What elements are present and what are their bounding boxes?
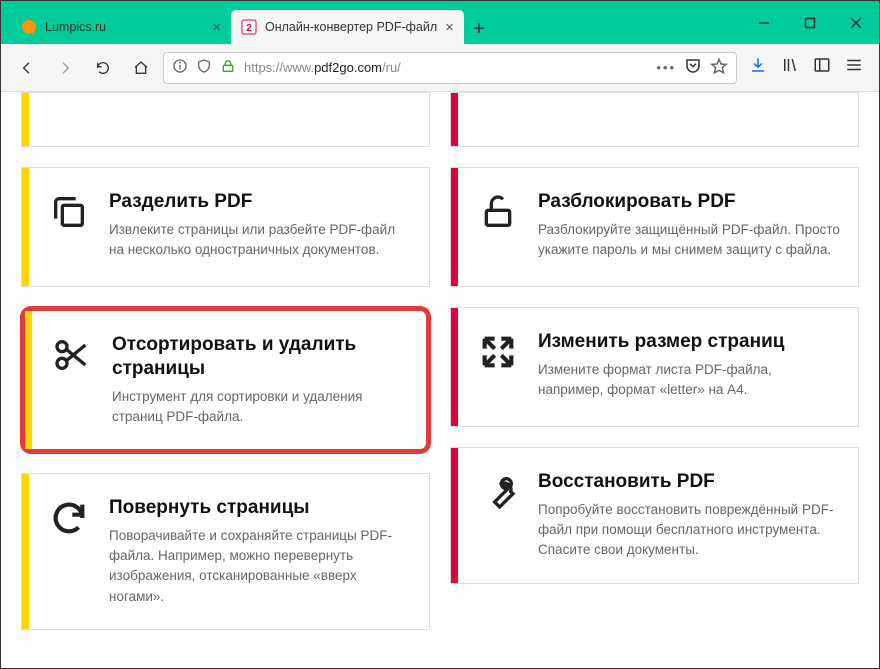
card-title: Повернуть страницы [109,496,411,520]
card-stripe [22,93,29,146]
card-partial-top-right[interactable] [450,92,859,147]
url-text: https://www.pdf2go.com/ru/ [244,60,648,75]
card-stripe [22,474,29,629]
favicon-lumpics [21,19,37,35]
card-repair-pdf[interactable]: Восстановить PDF Попробуйте восстановить… [450,447,859,584]
lock-icon[interactable] [220,58,236,77]
tab-strip: Lumpics.ru × 2 Онлайн-конвертер PDF-файл… [1,1,494,44]
card-desc: Разблокируйте защищённый PDF-файл. Прост… [538,220,840,261]
card-desc: Поворачивайте и сохраняйте страницы PDF-… [109,526,411,607]
download-icon[interactable] [749,56,767,79]
card-title: Отсортировать и удалить страницы [112,333,408,381]
tab-label: Онлайн-конвертер PDF-файл [265,20,437,34]
tab-label: Lumpics.ru [45,20,204,34]
card-stripe [451,308,458,426]
browser-toolbar: https://www.pdf2go.com/ru/ ••• [1,44,879,92]
expand-icon [458,308,538,426]
window-controls [741,1,879,44]
page-content[interactable]: Разделить PDF Извлеките страницы или раз… [1,92,879,668]
card-stripe [22,168,29,286]
library-icon[interactable] [781,56,799,79]
close-icon[interactable]: × [212,19,221,36]
card-sort-delete-pages[interactable]: Отсортировать и удалить страницы Инструм… [21,307,430,453]
star-icon[interactable] [710,57,728,78]
card-desc: Инструмент для сортировки и удаления стр… [112,387,408,428]
shield-icon[interactable] [196,58,212,77]
card-stripe [451,448,458,583]
menu-icon[interactable] [845,56,863,79]
scissors-icon [32,311,112,449]
address-bar[interactable]: https://www.pdf2go.com/ru/ ••• [163,52,737,84]
svg-text:2: 2 [246,23,252,34]
unlock-icon [458,168,538,286]
home-button[interactable] [125,52,157,84]
card-stripe [451,168,458,286]
back-button[interactable] [11,52,43,84]
new-tab-button[interactable]: + [464,14,494,44]
card-desc: Извлеките страницы или разбейте PDF-файл… [109,220,411,261]
card-unlock-pdf[interactable]: Разблокировать PDF Разблокируйте защищён… [450,167,859,287]
card-partial-top-left[interactable] [21,92,430,147]
card-stripe [451,93,458,146]
card-title: Изменить размер страниц [538,330,840,354]
more-dots-icon[interactable]: ••• [656,60,676,75]
card-desc: Измените формат листа PDF-файла, наприме… [538,360,840,401]
info-icon[interactable] [172,58,188,77]
forward-button[interactable] [49,52,81,84]
card-title: Разделить PDF [109,190,411,214]
card-split-pdf[interactable]: Разделить PDF Извлеките страницы или раз… [21,167,430,287]
wrench-icon [458,448,538,583]
favicon-pdf2go: 2 [241,19,257,35]
tab-lumpics[interactable]: Lumpics.ru × [11,10,231,44]
card-resize-pages[interactable]: Изменить размер страниц Измените формат … [450,307,859,427]
copy-icon [29,168,109,286]
sidebar-icon[interactable] [813,56,831,79]
close-icon[interactable]: × [445,19,454,36]
rotate-icon [29,474,109,629]
card-desc: Попробуйте восстановить повреждённый PDF… [538,500,840,561]
close-window-button[interactable] [833,1,879,44]
card-rotate-pages[interactable]: Повернуть страницы Поворачивайте и сохра… [21,473,430,630]
card-title: Разблокировать PDF [538,190,840,214]
toolbar-right [743,56,869,79]
maximize-button[interactable] [787,1,833,44]
minimize-button[interactable] [741,1,787,44]
card-title: Восстановить PDF [538,470,840,494]
tab-pdf2go[interactable]: 2 Онлайн-конвертер PDF-файл × [231,10,464,44]
reload-button[interactable] [87,52,119,84]
pocket-icon[interactable] [684,57,702,78]
card-stripe [25,311,32,449]
window-titlebar: Lumpics.ru × 2 Онлайн-конвертер PDF-файл… [1,1,879,44]
